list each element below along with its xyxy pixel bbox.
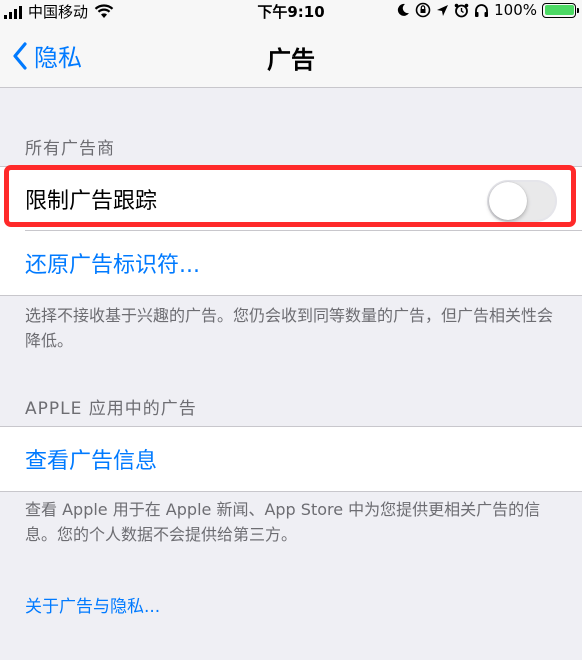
- limit-ad-tracking-toggle[interactable]: [487, 180, 557, 222]
- status-bar: 中国移动 下午9:10 100%: [0, 0, 582, 22]
- section-footer-all-advertisers: 选择不接收基于兴趣的广告。您仍会收到同等数量的广告，但广告相关性会降低。: [25, 306, 554, 350]
- reset-ad-identifier-label: 还原广告标识符...: [25, 253, 200, 278]
- headphones-icon: [475, 3, 489, 17]
- view-ad-information-button[interactable]: 查看广告信息: [0, 427, 582, 491]
- toggle-knob: [489, 182, 527, 220]
- rotation-lock-icon: [415, 2, 431, 18]
- view-ad-information-label: 查看广告信息: [25, 449, 158, 474]
- all-advertisers-group: 限制广告跟踪 还原广告标识符...: [0, 166, 582, 296]
- alarm-icon: [454, 3, 469, 17]
- status-right: 100%: [396, 1, 579, 19]
- moon-icon: [397, 3, 410, 16]
- apple-apps-group: 查看广告信息: [0, 426, 582, 492]
- page-title: 广告: [267, 46, 315, 74]
- battery-percent: 100%: [494, 1, 537, 19]
- battery-icon: [542, 2, 579, 18]
- section-header-all-advertisers: 所有广告商: [25, 139, 115, 159]
- section-header-apple-apps: APPLE 应用中的广告: [25, 399, 197, 419]
- limit-ad-tracking-row: 限制广告跟踪: [0, 167, 582, 231]
- reset-ad-identifier-button[interactable]: 还原广告标识符...: [0, 231, 582, 295]
- limit-ad-tracking-label: 限制广告跟踪: [25, 189, 158, 214]
- section-footer-apple-apps: 查看 Apple 用于在 Apple 新闻、App Store 中为您提供更相关…: [25, 500, 541, 544]
- navigation-bar: 隐私 广告: [0, 22, 582, 88]
- location-icon: [437, 4, 449, 16]
- about-ads-privacy-link[interactable]: 关于广告与隐私...: [25, 592, 160, 617]
